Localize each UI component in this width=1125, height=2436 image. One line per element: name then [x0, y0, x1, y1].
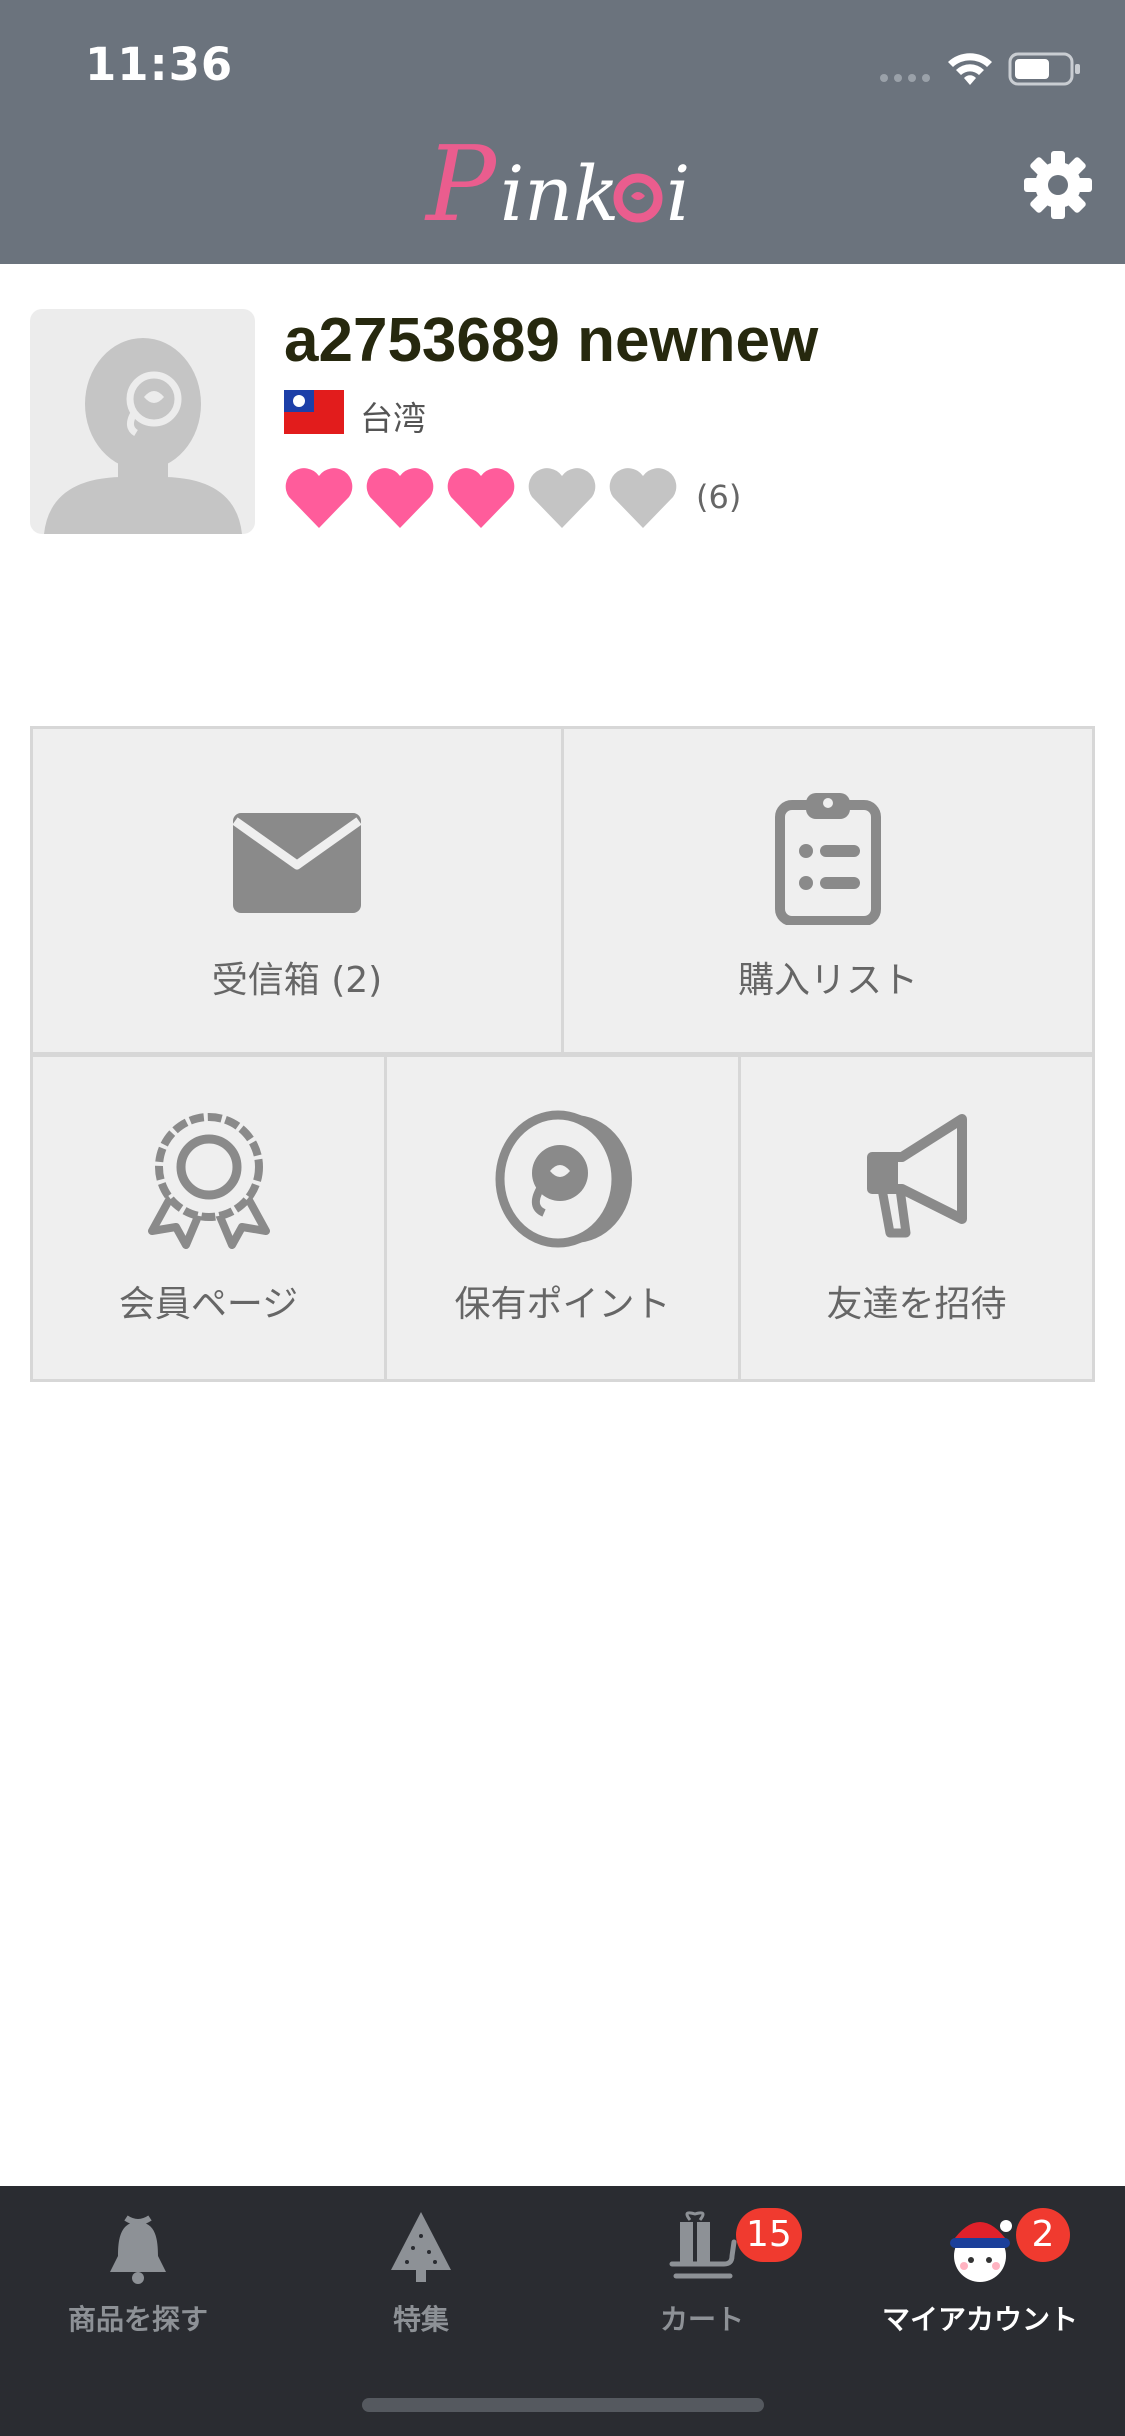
clipboard-icon: [775, 793, 881, 925]
tab-bar: 商品を探す 特集 15 カート 2 マイアカウント: [0, 2186, 1125, 2436]
top-bar: 11:36 P ink i: [0, 0, 1125, 264]
svg-text:ink: ink: [500, 149, 619, 238]
heart-empty-icon: [609, 468, 677, 528]
member-page-tile[interactable]: 会員ページ: [30, 1054, 387, 1382]
heart-filled-icon: [285, 468, 353, 528]
tab-browse[interactable]: 商品を探す: [28, 2208, 248, 2348]
cellular-signal-icon: [880, 70, 936, 82]
default-avatar-icon: [44, 338, 242, 534]
invite-friends-label: 友達を招待: [826, 1284, 1007, 1325]
avatar-santa-icon: [950, 2220, 1012, 2282]
tab-cart[interactable]: 15 カート: [592, 2208, 812, 2348]
christmas-tree-icon: [391, 2212, 451, 2282]
wifi-icon: [948, 53, 992, 85]
megaphone-icon: [866, 1114, 967, 1238]
svg-text:i: i: [666, 149, 690, 238]
cart-badge: 15: [736, 2208, 802, 2262]
pinkoi-logo: P ink i: [424, 128, 690, 238]
award-badge-icon: [147, 1113, 270, 1249]
menu-grid-row-1: 受信箱 (2) 購入リスト: [30, 726, 1095, 1055]
bell-icon: [110, 2215, 166, 2284]
heart-filled-icon: [366, 468, 434, 528]
heart-filled-icon: [447, 468, 515, 528]
settings-gear-icon[interactable]: [1023, 150, 1093, 220]
battery-icon: [1008, 52, 1080, 86]
tab-label: 商品を探す: [67, 2303, 208, 2336]
cart-sleigh-icon: [669, 2211, 737, 2279]
avatar[interactable]: [30, 309, 255, 534]
tab-label: カート: [659, 2303, 744, 2336]
username: a2753689 newnew: [284, 306, 819, 375]
home-indicator[interactable]: [362, 2398, 764, 2412]
invite-friends-tile[interactable]: 友達を招待: [738, 1054, 1095, 1382]
account-badge: 2: [1016, 2208, 1070, 2262]
member-page-label: 会員ページ: [118, 1284, 299, 1325]
taiwan-flag-icon: [284, 390, 344, 434]
envelope-icon: [232, 813, 362, 913]
tab-label: 特集: [392, 2303, 449, 2336]
status-time: 11:36: [85, 38, 234, 91]
purchase-list-tile[interactable]: 購入リスト: [561, 726, 1095, 1055]
heart-empty-icon: [528, 468, 596, 528]
points-label: 保有ポイント: [454, 1284, 671, 1325]
inbox-label: 受信箱 (2): [211, 960, 383, 1001]
tab-features[interactable]: 特集: [311, 2208, 531, 2348]
tab-label: マイアカウント: [881, 2303, 1078, 2336]
svg-text:P: P: [424, 128, 498, 238]
purchase-list-label: 購入リスト: [737, 960, 918, 1001]
inbox-tile[interactable]: 受信箱 (2): [30, 726, 564, 1055]
rating-hearts[interactable]: (6): [283, 462, 741, 532]
country-label: 台湾: [360, 399, 426, 438]
menu-grid-row-2: 会員ページ 保有ポイント 友達を招待: [30, 1054, 1095, 1382]
review-count: (6): [696, 478, 742, 516]
coin-icon: [495, 1110, 632, 1248]
tab-my-account[interactable]: 2 マイアカウント: [870, 2208, 1090, 2348]
points-tile[interactable]: 保有ポイント: [384, 1054, 741, 1382]
